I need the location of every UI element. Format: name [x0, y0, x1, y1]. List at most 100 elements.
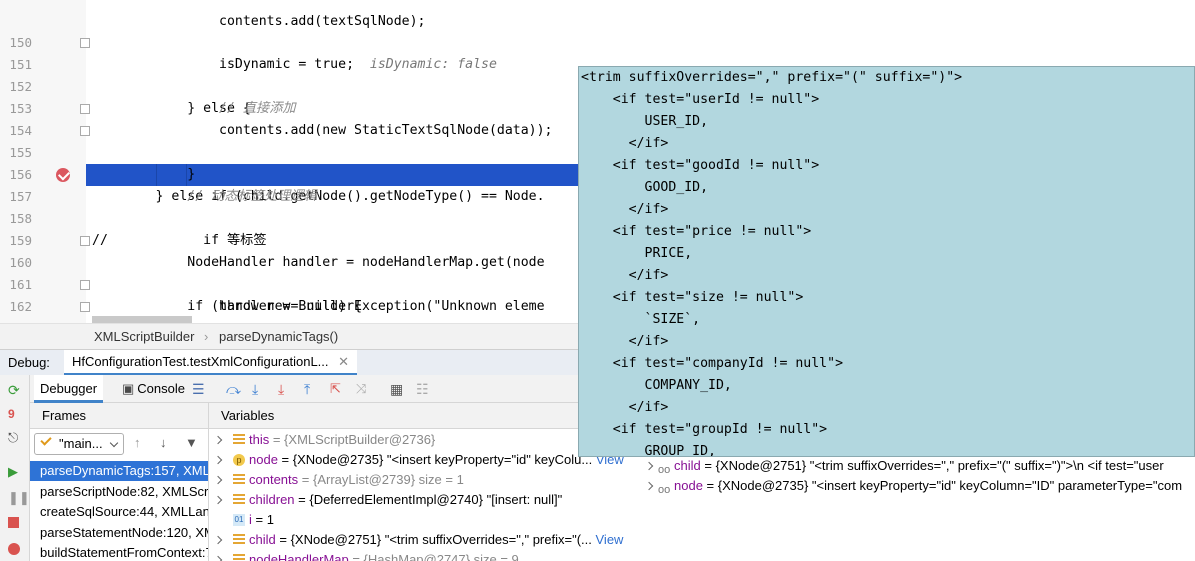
expand-arrow-icon[interactable] [644, 461, 654, 471]
popup-line: PRICE, [581, 246, 693, 261]
variable-row[interactable]: children = {DeferredElementImpl@2740} "[… [209, 490, 640, 510]
close-icon[interactable]: ✕ [338, 354, 349, 369]
field-icon [233, 434, 245, 446]
popup-line: <if test="companyId != null"> [581, 356, 844, 371]
resume-icon[interactable]: ▶ [8, 465, 22, 479]
fold-marker-icon[interactable] [80, 38, 90, 48]
popup-line: </if> [581, 202, 669, 217]
variables-panel: this = {XMLScriptBuilder@2736} p node = … [208, 429, 640, 561]
variable-row[interactable]: nodeHandlerMap = {HashMap@2747} size = 9 [209, 550, 640, 561]
expand-arrow-icon[interactable] [213, 435, 223, 445]
arrow-up-icon[interactable]: ↑ [134, 435, 141, 450]
debug-side-toolbar: ⟳ 9 ⎋ ▶ ❚❚ [0, 375, 30, 561]
step-into-icon[interactable]: ⤓ [252, 382, 266, 396]
debug-session-tab[interactable]: HfConfigurationTest.testXmlConfiguration… [64, 350, 358, 376]
arrow-down-icon[interactable]: ↓ [160, 435, 167, 450]
variable-row[interactable]: this = {XMLScriptBuilder@2736} [209, 430, 640, 450]
menu-icon[interactable]: ☰ [192, 382, 206, 396]
watches-panel: oo child = {XNode@2751} "<trim suffixOve… [640, 455, 1195, 561]
expand-arrow-icon[interactable] [213, 455, 223, 465]
horizontal-scrollbar[interactable] [92, 316, 192, 323]
fold-marker-icon[interactable] [80, 302, 90, 312]
debug-tool-window-header: Debug: HfConfigurationTest.testXmlConfig… [0, 349, 640, 376]
tab-console[interactable]: ▣ Console [116, 375, 191, 403]
thread-selector[interactable]: "main... [34, 433, 124, 455]
watch-row[interactable]: oo child = {XNode@2751} "<trim suffixOve… [640, 456, 1195, 476]
debugger-toolbar: Debugger ▣ Console ☰ ⤼ ⤓ ⤓ ⤒ ⇱ ⤨ ▦ ☷ [30, 375, 640, 403]
watch-row[interactable]: oo node = {XNode@2735} "<insert keyPrope… [640, 476, 1195, 496]
int-icon: 01 [233, 514, 245, 526]
filter-icon[interactable]: ▼ [185, 435, 198, 450]
variables-header: Variables [208, 403, 640, 429]
popup-line: <if test="price != null"> [581, 224, 812, 239]
breadcrumb-class[interactable]: XMLScriptBuilder [94, 324, 194, 349]
field-icon [233, 494, 245, 506]
step-out-icon[interactable]: ⤒ [304, 382, 318, 396]
parameter-icon: p [233, 454, 245, 466]
expand-arrow-icon[interactable] [213, 555, 223, 561]
step-over-icon[interactable]: ⤼ [226, 382, 241, 396]
code-line-150: 150 isDynamic = true; isDynamic: false [0, 10, 1195, 72]
expand-arrow-icon[interactable] [213, 495, 223, 505]
thread-name: "main... [59, 436, 103, 451]
popup-line: <trim suffixOverrides="," prefix="(" suf… [581, 70, 963, 85]
modify-run-config-icon[interactable]: 9 [8, 407, 22, 421]
popup-line: <if test="goodId != null"> [581, 158, 820, 173]
run-to-cursor-icon[interactable]: ⤨ [356, 382, 370, 396]
debug-label: Debug: [8, 355, 50, 370]
popup-line: </if> [581, 136, 669, 151]
popup-line: <if test="size != null"> [581, 290, 804, 305]
frames-panel: "main... ↑ ↓ ▼ parseDynamicTags:157, XML… [30, 429, 208, 561]
popup-line: USER_ID, [581, 114, 709, 129]
frame-item[interactable]: parseScriptNode:82, XMLScriptBuil [30, 482, 208, 502]
pause-icon[interactable]: ❚❚ [8, 491, 30, 505]
popup-line: <if test="groupId != null"> [581, 422, 828, 437]
variable-row[interactable]: p node = {XNode@2735} "<insert keyProper… [209, 450, 640, 470]
expand-arrow-icon[interactable] [213, 535, 223, 545]
stop-icon[interactable] [8, 517, 19, 528]
evaluate-expression-icon[interactable]: ▦ [390, 382, 404, 396]
popup-line: </if> [581, 334, 669, 349]
fold-marker-icon[interactable] [80, 280, 90, 290]
expand-arrow-icon[interactable] [213, 475, 223, 485]
view-link[interactable]: View [596, 532, 624, 547]
breakpoint-icon[interactable] [56, 168, 70, 182]
popup-line: `SIZE`, [581, 312, 701, 327]
console-icon: ▣ [122, 381, 135, 396]
breadcrumb-method[interactable]: parseDynamicTags() [219, 324, 338, 349]
popup-line: GOOD_ID, [581, 180, 709, 195]
fold-marker-icon[interactable] [80, 104, 90, 114]
variable-row[interactable]: child = {XNode@2751} "<trim suffixOverri… [209, 530, 640, 550]
popup-line: </if> [581, 268, 669, 283]
field-icon [233, 474, 245, 486]
trace-icon[interactable]: ☷ [416, 382, 430, 396]
popup-line: <if test="userId != null"> [581, 92, 820, 107]
code-line-151: 151 } else { [0, 32, 1195, 116]
drop-frame-icon[interactable]: ⇱ [330, 382, 344, 396]
popup-line: </if> [581, 400, 669, 415]
field-icon [233, 554, 245, 561]
fold-marker-icon[interactable] [80, 236, 90, 246]
value-tooltip-popup[interactable]: <trim suffixOverrides="," prefix="(" suf… [578, 66, 1195, 457]
frame-item[interactable]: buildStatementFromContext:78, XM [30, 543, 208, 561]
popup-line: COMPANY_ID, [581, 378, 732, 393]
view-breakpoints-icon[interactable] [8, 543, 20, 555]
expand-arrow-icon[interactable] [644, 481, 654, 491]
variable-row[interactable]: 01 i = 1 [209, 510, 640, 530]
tab-console-label: Console [137, 381, 185, 396]
frame-item[interactable]: parseDynamicTags:157, XMLScriptB [30, 461, 208, 481]
force-step-into-icon[interactable]: ⤓ [278, 382, 292, 396]
frame-item[interactable]: parseStatementNode:120, XMLStat [30, 523, 208, 543]
tab-debugger-label: Debugger [40, 381, 98, 396]
tab-debugger[interactable]: Debugger [34, 375, 104, 403]
watch-icon: oo [658, 484, 671, 496]
session-tab-label: HfConfigurationTest.testXmlConfiguration… [72, 354, 329, 369]
thread-check-icon [40, 434, 52, 446]
rerun-icon[interactable]: ⟳ [8, 383, 22, 397]
fold-marker-icon[interactable] [80, 126, 90, 136]
frame-item[interactable]: createSqlSource:44, XMLLanguageD [30, 502, 208, 522]
variable-row[interactable]: contents = {ArrayList@2739} size = 1 [209, 470, 640, 490]
field-icon [233, 534, 245, 546]
watch-icon: oo [658, 464, 671, 476]
restore-layout-icon[interactable]: ⎋ [8, 431, 22, 445]
